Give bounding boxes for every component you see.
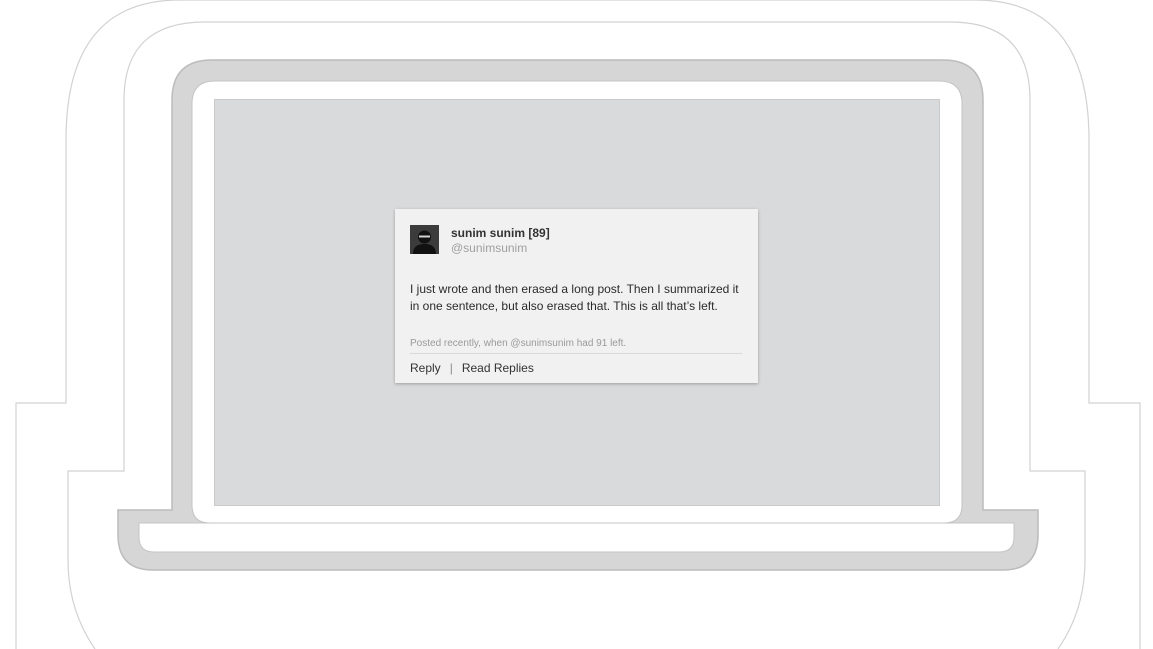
read-replies-link[interactable]: Read Replies — [462, 361, 534, 375]
reply-link[interactable]: Reply — [410, 361, 441, 375]
post-meta: Posted recently, when @sunimsunim had 91… — [410, 338, 627, 349]
post-card: sunim sunim [89] @sunimsunim I just wrot… — [395, 209, 758, 383]
author-handle[interactable]: @sunimsunim — [451, 241, 527, 255]
laptop-illustration: sunim sunim [89] @sunimsunim I just wrot… — [0, 0, 1153, 649]
post-text: I just wrote and then erased a long post… — [410, 282, 739, 313]
card-divider — [410, 353, 742, 354]
laptop-base — [138, 522, 1015, 553]
author-name[interactable]: sunim sunim [89] — [451, 226, 550, 240]
user-silhouette-icon — [410, 225, 439, 254]
post-actions: Reply | Read Replies — [410, 361, 534, 375]
actions-separator: | — [449, 361, 453, 375]
